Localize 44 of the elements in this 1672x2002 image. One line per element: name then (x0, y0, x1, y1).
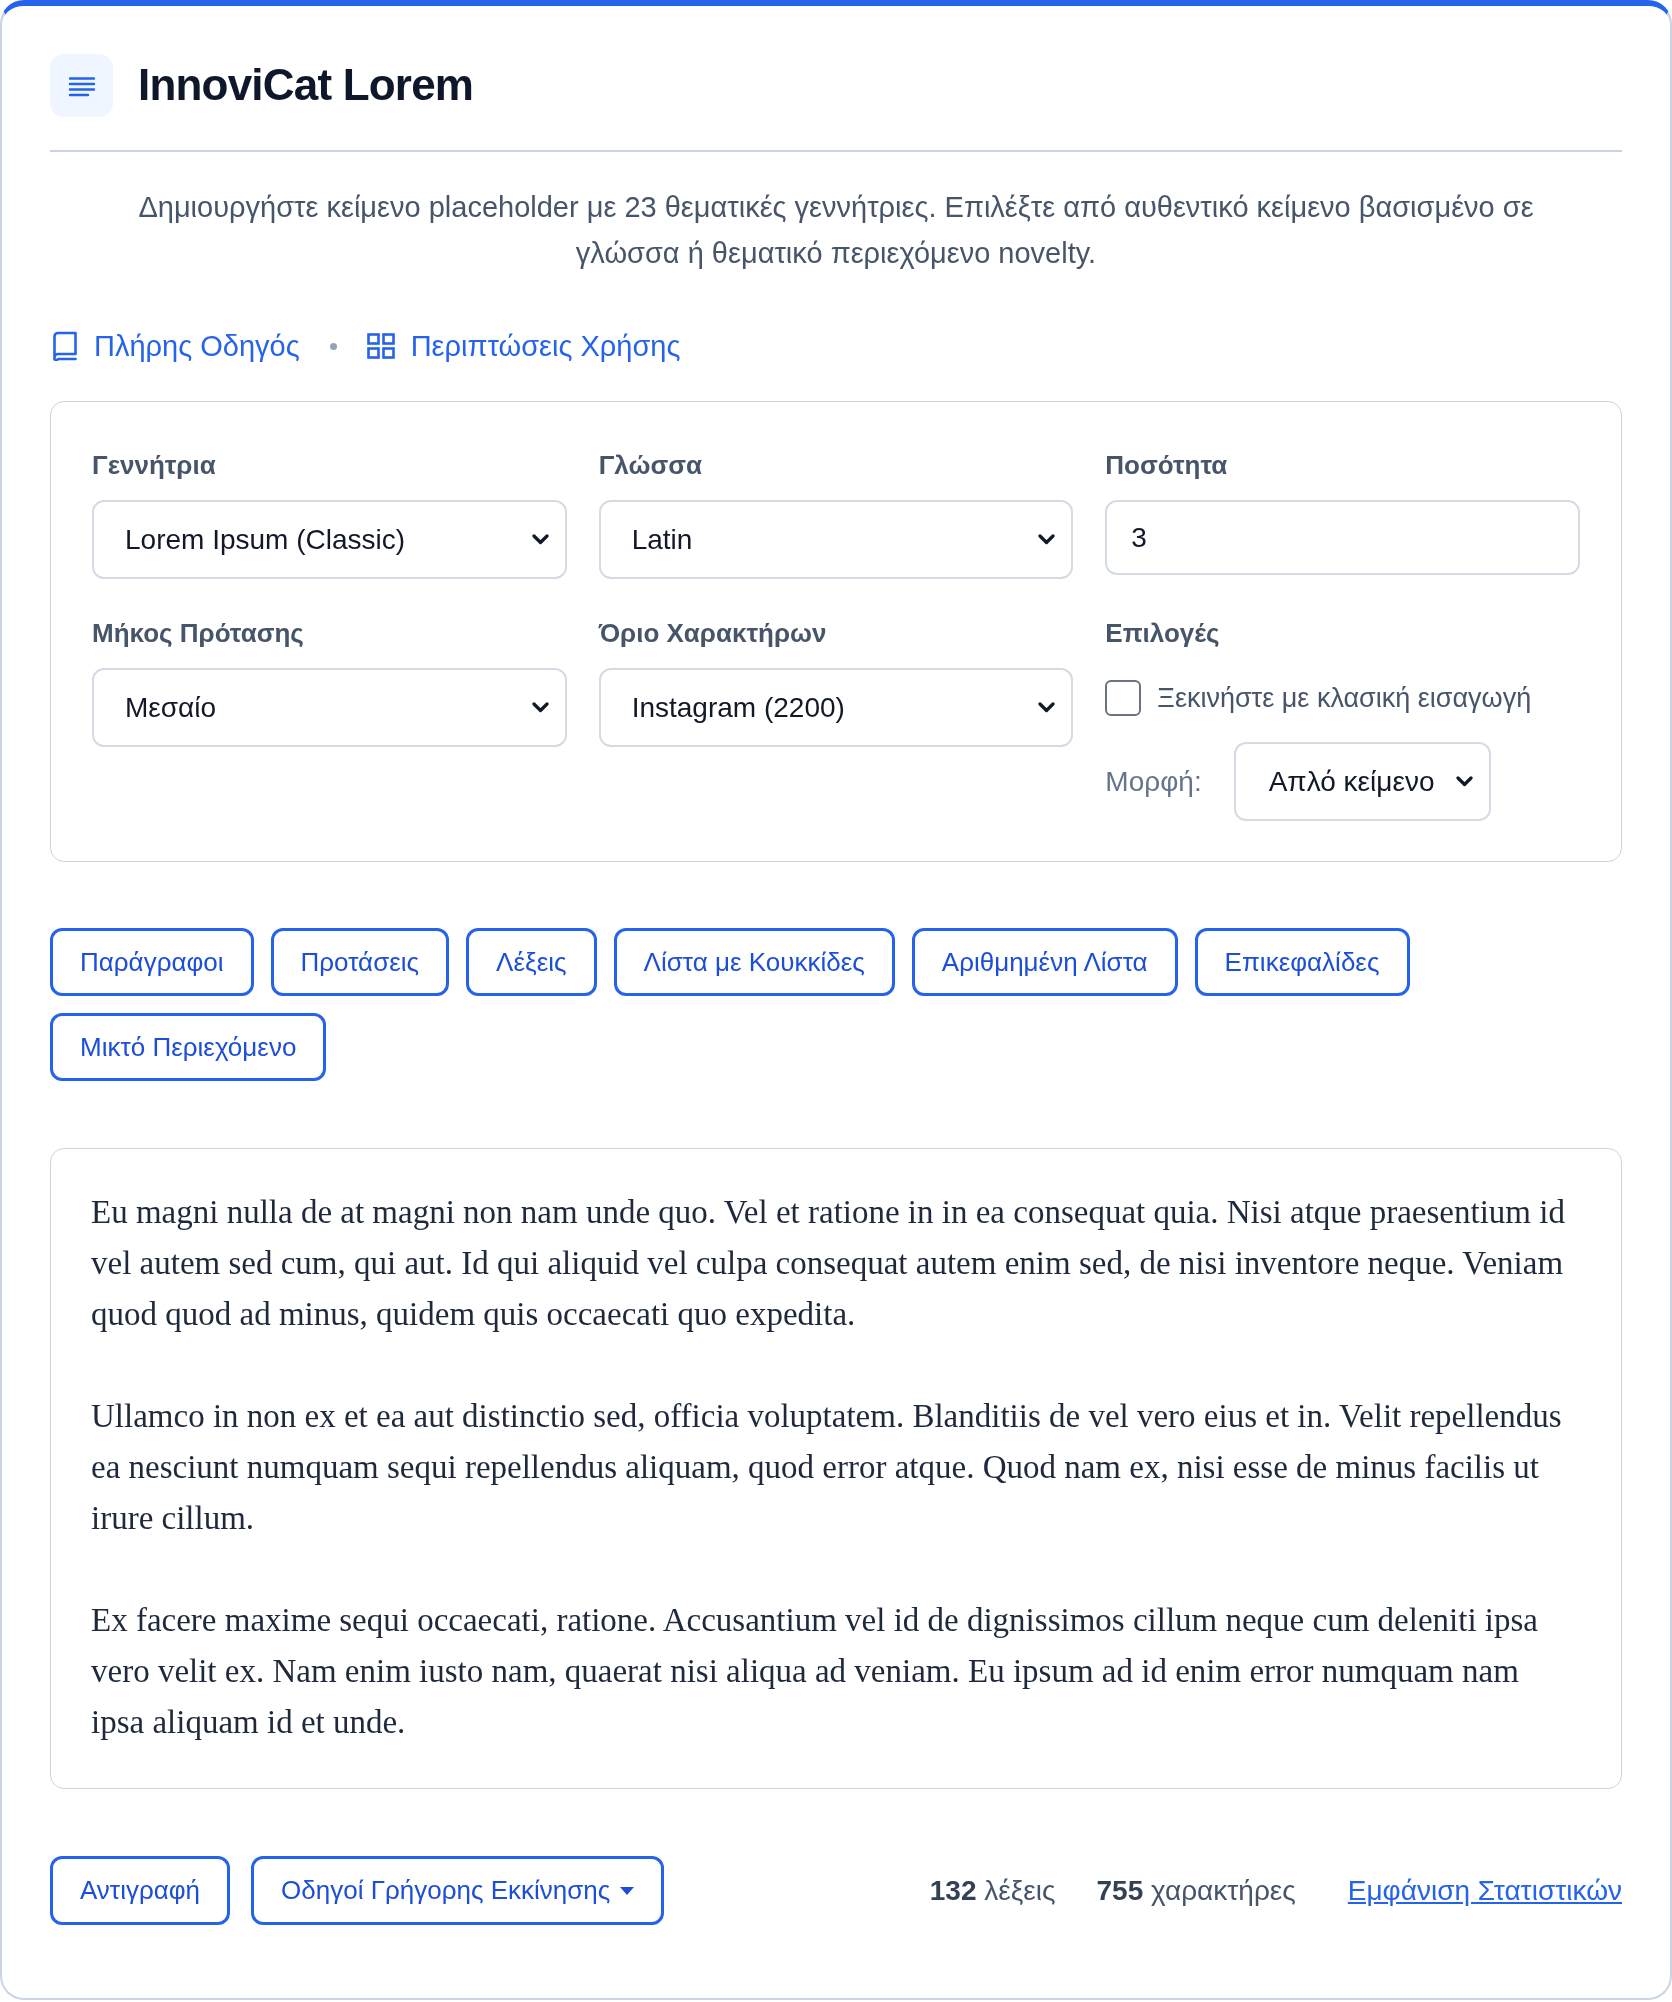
text-link[interactable]: Περιπτώσεις Χρήσης (366, 329, 681, 363)
select-dropdown[interactable]: Lorem Ipsum (Classic) (92, 500, 567, 579)
output-paragraph: Ex facere maxime sequi occaecati, ratione. Accusantium vel id de dignissimos cillum neque cum deleniti ipsa vero velit ex. Nam enim iusto nam, quaerat nisi aliqua ad veniam. Eu ipsum ad id enim error numquam nam ipsa aliquam id et unde. (91, 1601, 1539, 1742)
content-type-button[interactable]: Παράγραφοι (50, 928, 254, 996)
content-type-button[interactable]: Λέξεις (466, 928, 597, 996)
checkbox[interactable] (1105, 680, 1142, 716)
content-type-button[interactable]: Λίστα με Κουκκίδες (613, 928, 895, 996)
caret-down-icon (620, 1886, 635, 1895)
chevron-down-icon (531, 702, 549, 713)
field-label: Επιλογές (1105, 618, 1221, 648)
grid-icon (366, 333, 395, 359)
stat-text: 755 χαρακτήρες (1096, 1874, 1296, 1907)
separator-dot-icon (329, 342, 337, 350)
field-label: Όριο Χαρακτήρων (598, 618, 828, 648)
book-icon (52, 331, 78, 361)
chevron-down-icon (1038, 702, 1056, 713)
select-dropdown[interactable]: Απλό κείμενο (1233, 742, 1491, 821)
chevron-down-icon (531, 534, 549, 545)
text-lines-icon (50, 54, 113, 117)
dropdown-button[interactable]: Οδηγοί Γρήγορης Εκκίνησης (251, 1856, 665, 1925)
copy-button[interactable]: Αντιγραφή (50, 1856, 231, 1925)
content-type-button[interactable]: Μικτό Περιεχόμενο (50, 1013, 327, 1081)
select-dropdown[interactable]: Instagram (2200) (598, 668, 1074, 747)
app-title: InnoviCat Lorem (138, 61, 474, 110)
stats-link[interactable]: Εμφάνιση Στατιστικών (1347, 1874, 1622, 1907)
select-dropdown[interactable]: Latin (598, 500, 1074, 579)
chevron-down-icon (1038, 534, 1056, 545)
text-link[interactable]: Πλήρης Οδηγός (52, 329, 300, 363)
content-type-button[interactable]: Αριθμημένη Λίστα (911, 928, 1178, 996)
format-label: Μορφή: (1105, 765, 1202, 798)
select-dropdown[interactable]: Μεσαίο (92, 668, 567, 747)
description-text: Δημιουργήστε κείμενο placeholder με 23 θεματικές γεννήτριες. Επιλέξτε από αυθεντικό κείμενο βασισμένο σε γλώσσα ή θεματικό περιεχόμενο novelty. (137, 190, 1535, 271)
content-type-button[interactable]: Προτάσεις (270, 928, 450, 996)
output-paragraph: Ullamco in non ex et ea aut distinctio sed, officia voluptatem. Blanditiis de vel vero eius et in. Velit repellendus ea nesciunt numquam sequi repellendus aliquam, quod error atque. Quod nam ex, nisi esse de minus facilis ut irure cillum. (91, 1397, 1563, 1538)
field-label: Ποσότητα (1105, 450, 1229, 480)
output-paragraph: Eu magni nulla de at magni non nam unde quo. Vel et ratione in in ea consequat quia. Nisi atque praesentium id vel autem sed cum, qui aut. Id qui aliquid vel culpa consequat autem enim sed, de nisi inventore neque. Veniam quod quod ad minus, quidem quis occaecati quo expedita. (91, 1193, 1566, 1334)
content-type-button[interactable]: Επικεφαλίδες (1194, 928, 1410, 996)
field-label: Γεννήτρια (92, 450, 217, 480)
stat-text: 132 λέξεις (929, 1874, 1056, 1907)
field-label: Μήκος Πρότασης (92, 618, 305, 648)
number-input[interactable]: 3 (1105, 500, 1580, 575)
checkbox-label[interactable]: Ξεκινήστε με κλασική εισαγωγή (1157, 682, 1532, 714)
chevron-down-icon (1455, 776, 1473, 787)
field-label: Γλώσσα (598, 450, 703, 480)
